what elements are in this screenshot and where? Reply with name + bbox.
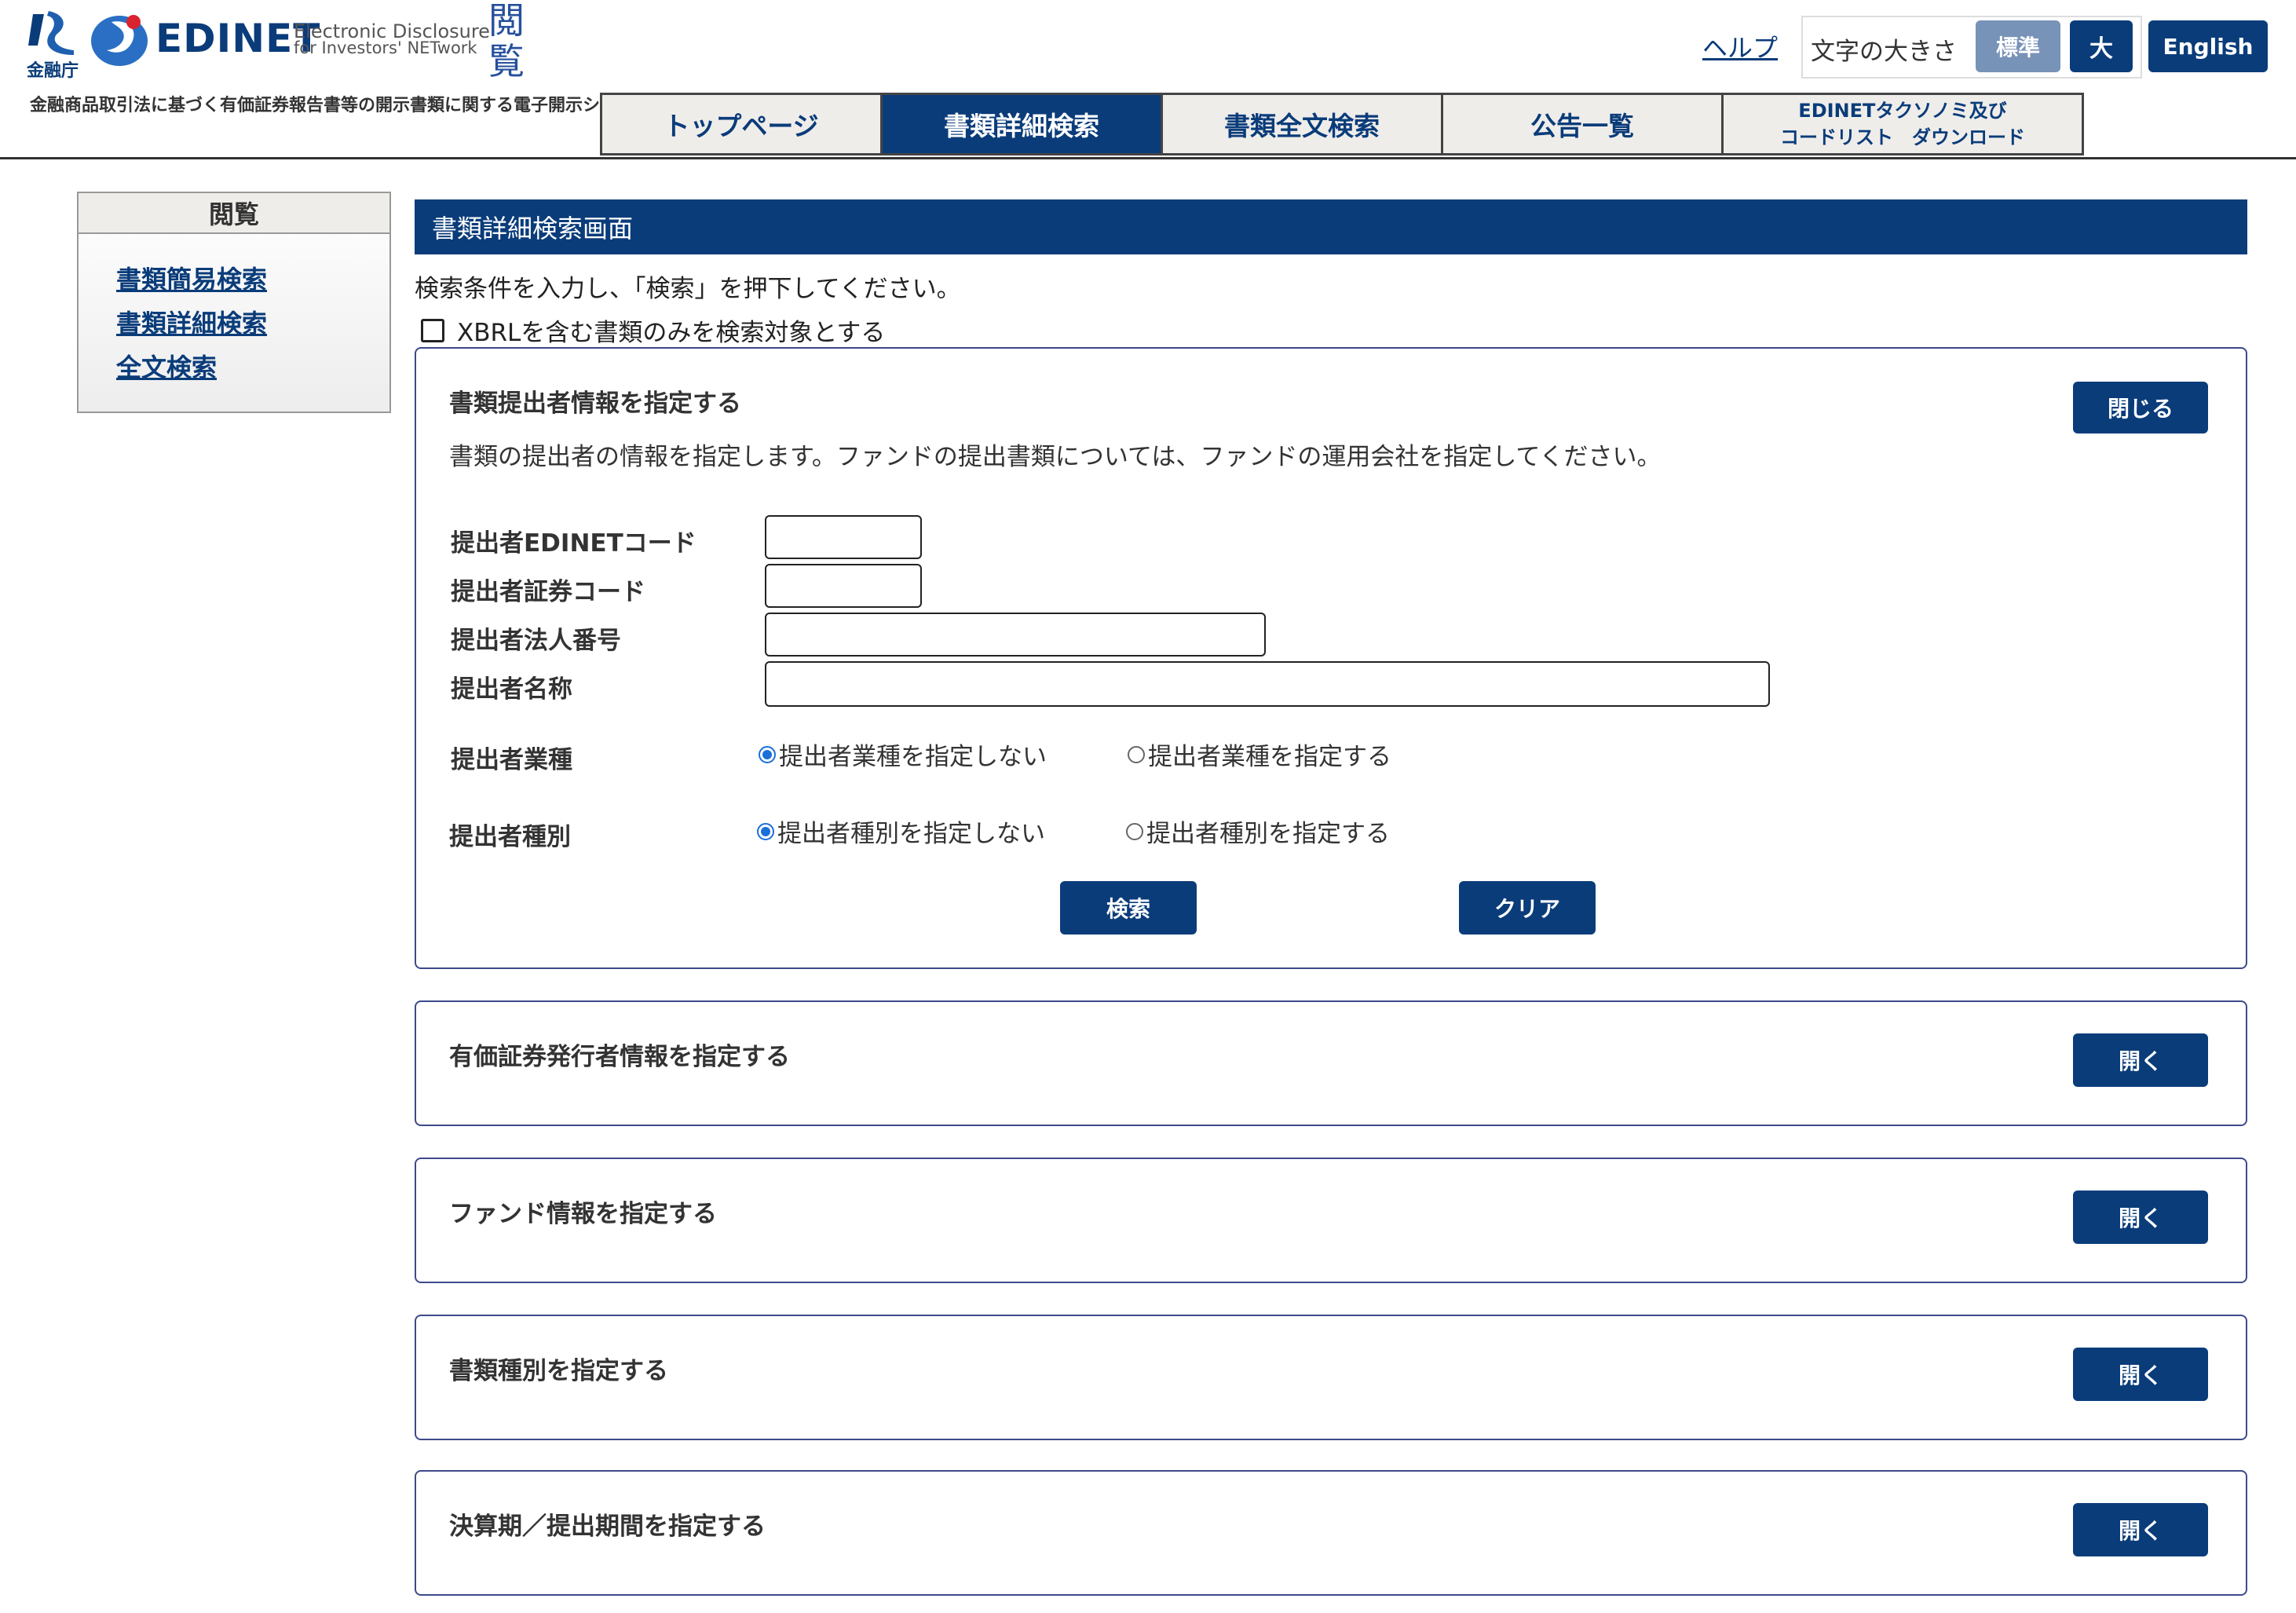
xbrl-only-label: XBRLを含む書類のみを検索対象とする	[457, 319, 886, 347]
industry-option-none[interactable]: 提出者業種を指定しない	[759, 737, 1047, 772]
help-link[interactable]: ヘルプ	[1702, 28, 1778, 64]
doc-type-panel-open-button[interactable]: 開く	[2073, 1348, 2208, 1401]
edinet-code-label: 提出者EDINETコード	[451, 529, 696, 558]
sidebar: 閲覧 書類簡易検索 書類詳細検索 全文検索	[77, 192, 391, 413]
sidebar-item-fulltext-search[interactable]: 全文検索	[116, 350, 389, 385]
doc-type-panel-title: 書類種別を指定する	[449, 1357, 668, 1385]
font-large-button[interactable]: 大	[2070, 20, 2133, 72]
filer-panel-close-button[interactable]: 閉じる	[2073, 382, 2208, 433]
site-header: 金融庁 EDINET Electronic Disclosure for Inv…	[0, 0, 2296, 160]
filer-name-label: 提出者名称	[451, 675, 572, 704]
industry-none-radio[interactable]	[759, 745, 776, 763]
filer-type-label: 提出者種別	[449, 823, 571, 851]
edinet-code-input[interactable]	[765, 515, 922, 559]
sidebar-title: 閲覧	[79, 193, 389, 234]
fund-panel-title: ファンド情報を指定する	[449, 1200, 717, 1228]
header-divider	[0, 157, 2296, 159]
tab-top-page[interactable]: トップページ	[600, 93, 883, 155]
site-tagline: 金融商品取引法に基づく有価証券報告書等の開示書類に関する電子開示システム	[30, 96, 652, 115]
filer-panel-title: 書類提出者情報を指定する	[449, 390, 741, 418]
tab-notices[interactable]: 公告一覧	[1441, 93, 1724, 155]
sidebar-item-detailed-search[interactable]: 書類詳細検索	[116, 306, 389, 341]
period-panel-open-button[interactable]: 開く	[2073, 1503, 2208, 1556]
type-option-none[interactable]: 提出者種別を指定しない	[757, 814, 1045, 849]
search-button[interactable]: 検索	[1060, 881, 1197, 935]
type-option-specify[interactable]: 提出者種別を指定する	[1126, 814, 1390, 849]
instruction-text: 検索条件を入力し、「検索」を押下してください。	[415, 275, 961, 303]
page-title: 書類詳細検索画面	[415, 199, 2247, 254]
edinet-subtitle-line2: for Investors' NETwork	[294, 38, 477, 57]
type-none-radio[interactable]	[757, 822, 774, 840]
english-button[interactable]: English	[2148, 20, 2268, 72]
xbrl-only-checkbox[interactable]	[421, 318, 444, 342]
issuer-panel-title: 有価証券発行者情報を指定する	[449, 1043, 790, 1071]
corporate-number-label: 提出者法人番号	[451, 627, 621, 655]
securities-code-label: 提出者証券コード	[451, 578, 645, 606]
issuer-panel-open-button[interactable]: 開く	[2073, 1033, 2208, 1087]
filer-panel-description: 書類の提出者の情報を指定します。ファンドの提出書類については、ファンドの運用会社…	[449, 443, 1662, 471]
clear-button[interactable]: クリア	[1459, 881, 1596, 935]
edinet-logo-icon	[91, 15, 148, 66]
tab-detailed-search[interactable]: 書類詳細検索	[880, 93, 1163, 155]
industry-none-label: 提出者業種を指定しない	[779, 743, 1047, 771]
industry-specify-label: 提出者業種を指定する	[1148, 743, 1391, 771]
doc-type-panel	[415, 1315, 2247, 1440]
font-size-label: 文字の大きさ	[1811, 38, 1957, 66]
etsuran-mark: 閲覧	[488, 0, 525, 82]
tab-taxonomy-download[interactable]: EDINETタクソノミ及び コードリスト ダウンロード	[1721, 93, 2084, 155]
type-specify-label: 提出者種別を指定する	[1146, 820, 1390, 848]
industry-label: 提出者業種	[451, 746, 572, 774]
securities-code-input[interactable]	[765, 564, 922, 608]
corporate-number-input[interactable]	[765, 613, 1266, 657]
period-panel-title: 決算期／提出期間を指定する	[449, 1512, 766, 1541]
fsa-label: 金融庁	[27, 61, 79, 81]
fsa-logo-icon	[28, 11, 74, 55]
industry-option-specify[interactable]: 提出者業種を指定する	[1128, 737, 1391, 772]
xbrl-only-option[interactable]: XBRLを含む書類のみを検索対象とする	[421, 313, 885, 348]
fund-panel-open-button[interactable]: 開く	[2073, 1191, 2208, 1244]
sidebar-item-simple-search[interactable]: 書類簡易検索	[116, 262, 389, 297]
main-nav: トップページ 書類詳細検索 書類全文検索 公告一覧 EDINETタクソノミ及び …	[600, 93, 2084, 155]
font-standard-button[interactable]: 標準	[1976, 20, 2060, 72]
type-specify-radio[interactable]	[1126, 822, 1143, 840]
type-none-label: 提出者種別を指定しない	[777, 820, 1045, 848]
tab-fulltext-search[interactable]: 書類全文検索	[1161, 93, 1443, 155]
filer-name-input[interactable]	[765, 661, 1770, 707]
industry-specify-radio[interactable]	[1128, 745, 1145, 763]
